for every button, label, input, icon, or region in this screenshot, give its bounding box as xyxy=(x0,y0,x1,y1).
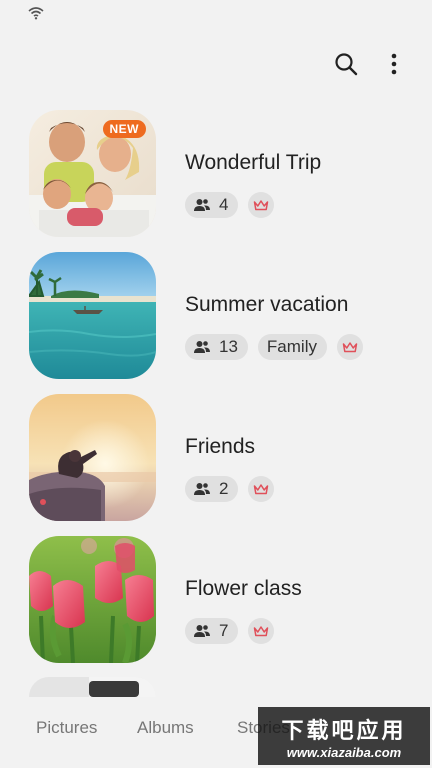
watermark-url: www.xiazaiba.com xyxy=(286,744,402,760)
crown-icon xyxy=(254,200,269,211)
group-chips: 7 xyxy=(185,618,275,644)
group-item-friends[interactable]: Friends 2 xyxy=(0,394,432,522)
tag-label: Family xyxy=(266,337,317,356)
people-icon xyxy=(194,483,210,495)
group-title: Flower class xyxy=(185,577,302,600)
members-chip[interactable]: 7 xyxy=(185,618,239,644)
group-thumbnail xyxy=(29,252,156,379)
group-chips: 2 xyxy=(185,476,275,502)
members-chip[interactable]: 13 xyxy=(185,334,248,360)
watermark-title: 下载吧应用 xyxy=(281,718,407,744)
members-chip[interactable]: 4 xyxy=(185,192,239,218)
group-item-wonderful-trip[interactable]: NEW Wonderful Trip 4 xyxy=(0,110,432,238)
members-chip[interactable]: 2 xyxy=(185,476,239,502)
members-count: 13 xyxy=(219,337,238,356)
watermark: 下载吧应用 www.xiazaiba.com xyxy=(258,707,430,765)
new-badge: NEW xyxy=(102,120,146,138)
people-icon xyxy=(194,199,210,211)
group-item-summer-vacation[interactable]: Summer vacation 13 Family xyxy=(0,252,432,380)
more-options-button[interactable] xyxy=(378,48,410,80)
members-count: 4 xyxy=(219,195,229,214)
search-icon xyxy=(335,53,358,76)
tag-chip-family[interactable]: Family xyxy=(257,334,327,360)
group-title: Wonderful Trip xyxy=(185,151,322,174)
crown-icon xyxy=(254,626,269,637)
tab-albums[interactable]: Albums xyxy=(137,718,194,738)
group-thumbnail-partial[interactable] xyxy=(29,677,156,697)
owner-chip[interactable] xyxy=(248,192,275,218)
members-count: 2 xyxy=(219,479,229,498)
wifi-icon xyxy=(28,7,44,20)
members-count: 7 xyxy=(219,621,229,640)
status-bar xyxy=(0,0,432,30)
owner-chip[interactable] xyxy=(248,618,275,644)
group-thumbnail xyxy=(29,536,156,663)
people-icon xyxy=(194,341,210,353)
crown-icon xyxy=(254,484,269,495)
group-thumbnail xyxy=(29,394,156,521)
more-vertical-icon xyxy=(391,53,397,75)
tab-pictures[interactable]: Pictures xyxy=(36,718,97,738)
group-title: Summer vacation xyxy=(185,293,349,316)
search-button[interactable] xyxy=(330,48,362,80)
group-item-flower-class[interactable]: Flower class 7 xyxy=(0,536,432,664)
group-chips: 13 Family xyxy=(185,334,363,360)
people-icon xyxy=(194,625,210,637)
group-title: Friends xyxy=(185,435,256,458)
crown-icon xyxy=(342,342,358,353)
owner-chip[interactable] xyxy=(336,334,363,360)
owner-chip[interactable] xyxy=(248,476,275,502)
group-chips: 4 xyxy=(185,192,275,218)
group-thumbnail: NEW xyxy=(29,110,156,237)
